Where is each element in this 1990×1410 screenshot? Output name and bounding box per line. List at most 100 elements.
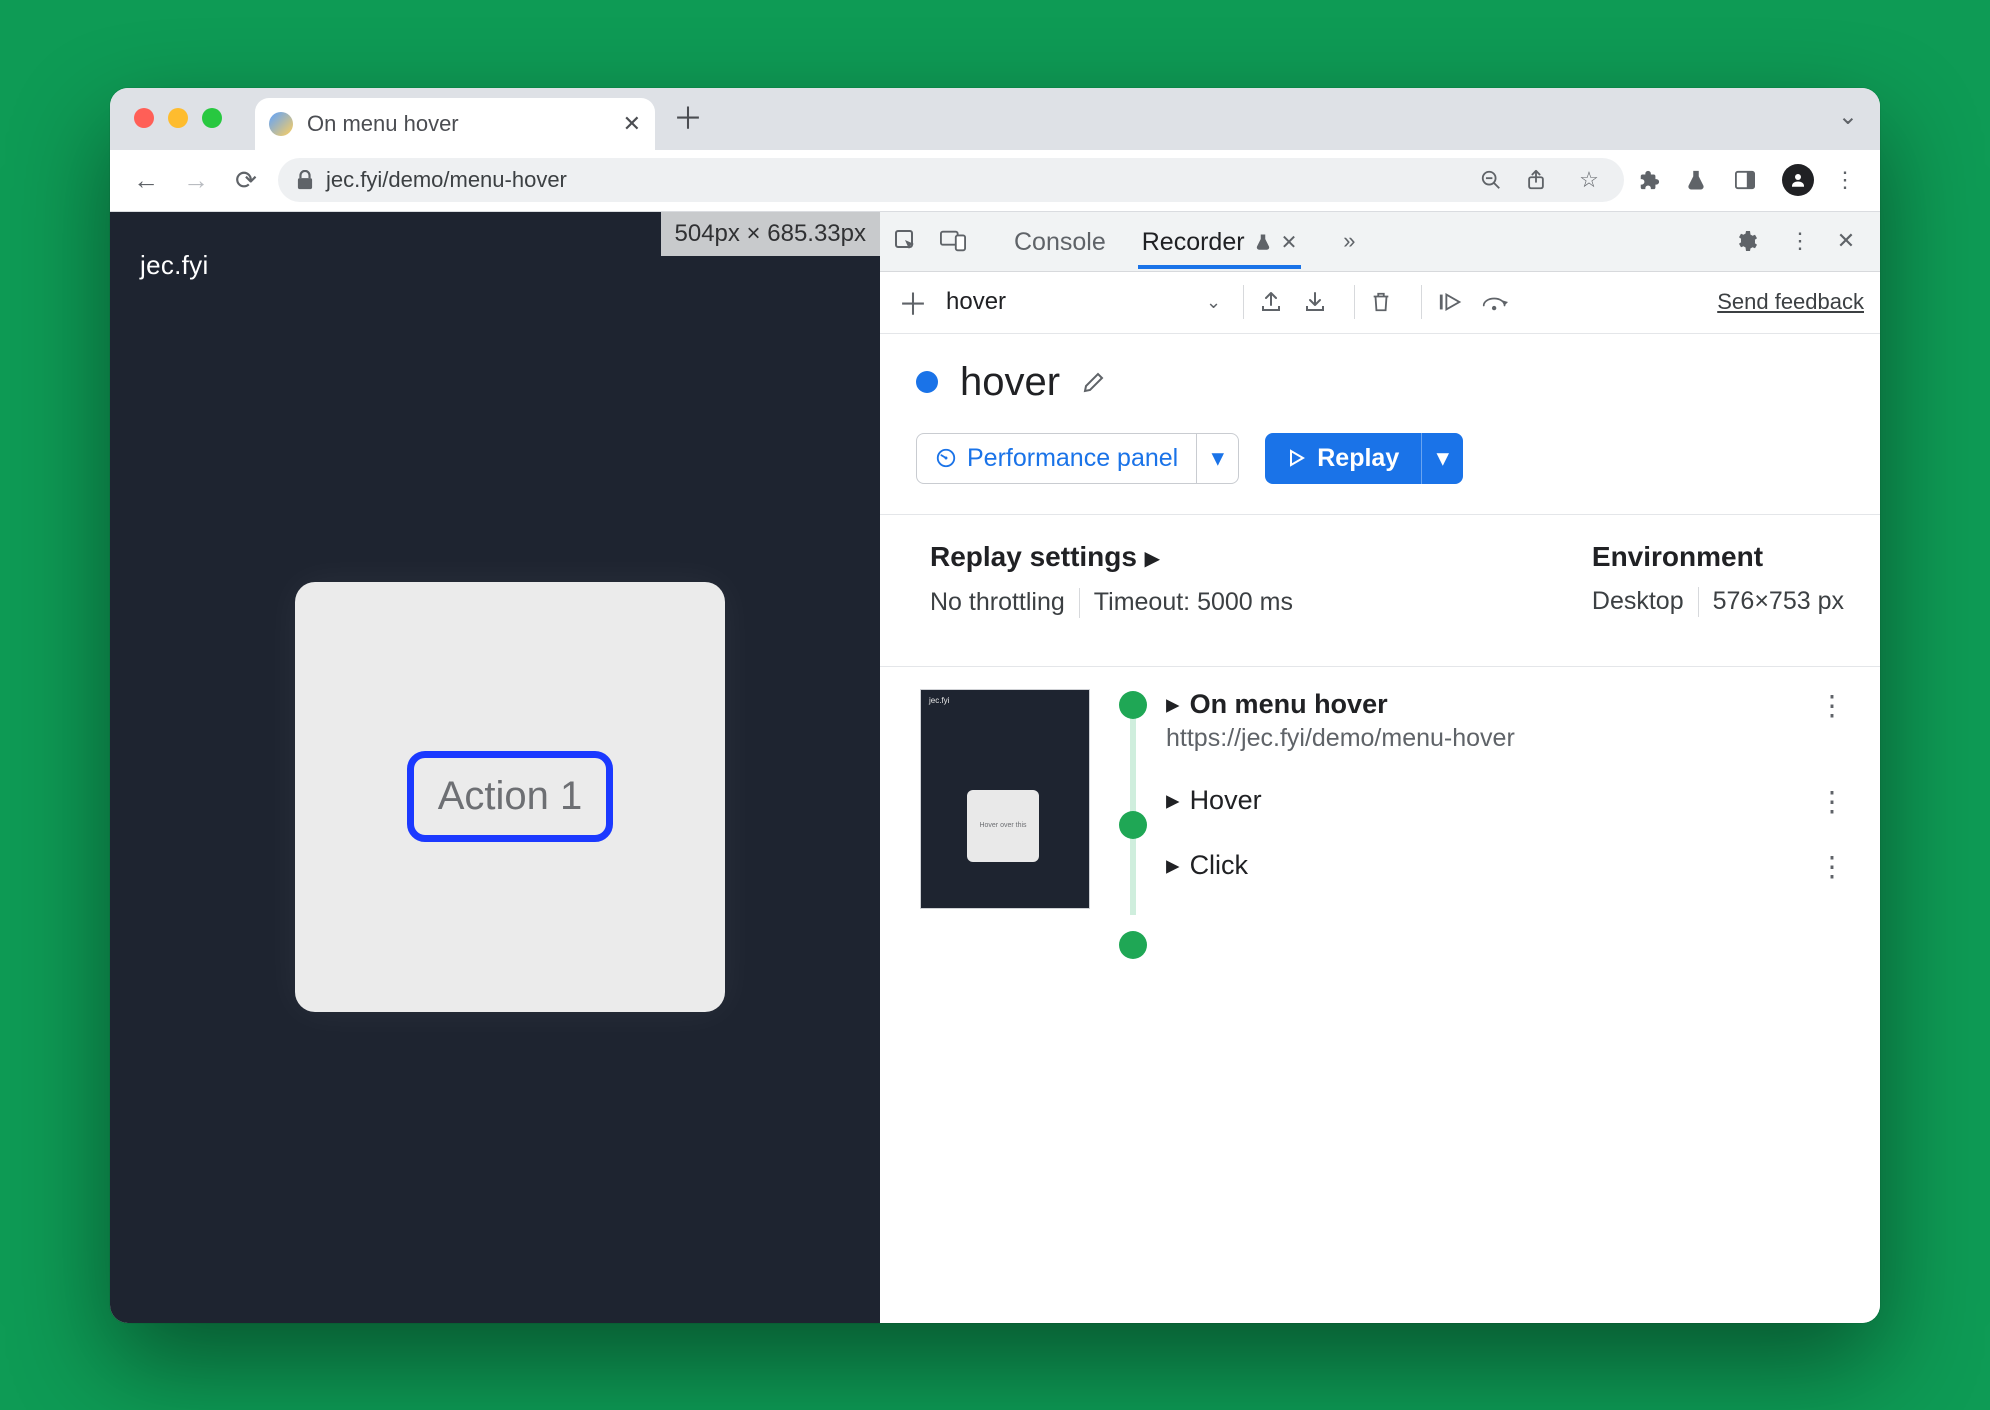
step-item[interactable]: ▸ Hover ⋮: [1166, 785, 1852, 850]
viewport-value: 576×753 px: [1713, 587, 1844, 616]
recording-title: hover: [960, 360, 1060, 405]
viewport-dimensions-label: 504px × 685.33px: [661, 212, 881, 256]
caret-right-icon: ▸: [1145, 541, 1159, 574]
zoom-out-icon[interactable]: [1480, 169, 1514, 191]
canvas: On menu hover ✕ ＋ ⌄ ← → ⟳ jec.fyi/demo/m…: [0, 0, 1990, 1410]
inspect-element-icon[interactable]: [894, 229, 934, 253]
browser-menu-icon[interactable]: ⋮: [1828, 167, 1862, 193]
timeline-node: [1119, 691, 1147, 719]
export-icon[interactable]: [1260, 290, 1294, 314]
import-icon[interactable]: [1304, 290, 1338, 314]
caret-right-icon: ▸: [1166, 689, 1180, 719]
window-zoom-button[interactable]: [202, 108, 222, 128]
performance-panel-button[interactable]: Performance panel ▾: [916, 433, 1239, 484]
rendered-page: jec.fyi 504px × 685.33px Action 1: [110, 212, 880, 1323]
steps-list: ▸ On menu hover https://jec.fyi/demo/menu…: [1166, 689, 1852, 915]
recording-settings: Replay settings▸ No throttling Timeout: …: [880, 515, 1880, 636]
step-item[interactable]: ▸ On menu hover https://jec.fyi/demo/menu…: [1166, 689, 1852, 785]
nav-reload-icon[interactable]: ⟳: [228, 165, 264, 196]
step-title: On menu hover: [1190, 689, 1388, 719]
new-recording-icon[interactable]: ＋: [896, 280, 930, 324]
timeline: ▸ On menu hover https://jec.fyi/demo/menu…: [1114, 689, 1852, 915]
caret-right-icon: ▸: [1166, 785, 1180, 815]
devtools-menu-icon[interactable]: ⋮: [1780, 228, 1820, 254]
replay-label: Replay: [1317, 444, 1399, 473]
timeout-value: Timeout: 5000 ms: [1094, 588, 1293, 617]
step-play-icon[interactable]: [1438, 291, 1472, 313]
recording-select[interactable]: hover ⌄: [940, 284, 1227, 320]
omnibox[interactable]: jec.fyi/demo/menu-hover ☆: [278, 158, 1624, 202]
extensions-icon[interactable]: [1638, 169, 1672, 191]
send-feedback-link[interactable]: Send feedback: [1717, 289, 1864, 315]
share-icon[interactable]: [1526, 169, 1560, 191]
new-tab-button[interactable]: ＋: [673, 94, 703, 138]
step-title: Hover: [1190, 785, 1262, 815]
browser-window: On menu hover ✕ ＋ ⌄ ← → ⟳ jec.fyi/demo/m…: [110, 88, 1880, 1323]
step-item[interactable]: ▸ Click ⋮: [1166, 850, 1852, 915]
recording-header: hover Performance panel ▾: [880, 334, 1880, 484]
thumbnail-card: Hover over this: [967, 790, 1039, 862]
replay-settings-heading[interactable]: Replay settings▸: [930, 541, 1293, 574]
tab-recorder-close-icon[interactable]: ✕: [1281, 230, 1298, 255]
recorder-toolbar: ＋ hover ⌄: [880, 272, 1880, 334]
gear-icon[interactable]: [1734, 229, 1774, 253]
device-value: Desktop: [1592, 587, 1684, 616]
divider: [1354, 285, 1355, 319]
chevron-down-icon: ⌄: [1206, 292, 1221, 313]
titlebar: On menu hover ✕ ＋ ⌄: [110, 88, 1880, 150]
demo-card: Action 1: [295, 582, 725, 1012]
toolbar: ← → ⟳ jec.fyi/demo/menu-hover ☆: [110, 150, 1880, 212]
divider: [1421, 285, 1422, 319]
tab-console[interactable]: Console: [1010, 214, 1110, 269]
tabs-dropdown-icon[interactable]: ⌄: [1838, 102, 1858, 131]
throttling-value: No throttling: [930, 588, 1065, 617]
devtools-panel: Console Recorder ✕ » ⋮ ✕: [880, 212, 1880, 1323]
nav-forward-icon[interactable]: →: [178, 165, 214, 196]
step-menu-icon[interactable]: ⋮: [1818, 850, 1852, 883]
devtools-tabbar: Console Recorder ✕ » ⋮ ✕: [880, 212, 1880, 272]
replay-dropdown[interactable]: ▾: [1421, 433, 1463, 484]
action-button[interactable]: Action 1: [407, 751, 614, 842]
tab-title: On menu hover: [307, 111, 609, 137]
step-menu-icon[interactable]: ⋮: [1818, 785, 1852, 818]
environment-heading: Environment: [1592, 541, 1844, 573]
content: jec.fyi 504px × 685.33px Action 1 Consol…: [110, 212, 1880, 1323]
tab-recorder[interactable]: Recorder ✕: [1138, 214, 1302, 269]
divider: [1698, 587, 1699, 617]
browser-tab[interactable]: On menu hover ✕: [255, 98, 655, 150]
divider: [1079, 588, 1080, 618]
device-toggle-icon[interactable]: [940, 230, 980, 252]
bookmark-star-icon[interactable]: ☆: [1572, 167, 1606, 193]
trash-icon[interactable]: [1371, 291, 1405, 313]
edit-title-icon[interactable]: [1082, 370, 1106, 394]
window-minimize-button[interactable]: [168, 108, 188, 128]
caret-right-icon: ▸: [1166, 850, 1180, 880]
divider: [1243, 285, 1244, 319]
recording-status-dot: [916, 371, 938, 393]
page-brand: jec.fyi: [140, 250, 209, 281]
window-close-button[interactable]: [134, 108, 154, 128]
labs-flask-icon: [1255, 233, 1271, 251]
tab-close-icon[interactable]: ✕: [623, 111, 641, 137]
profile-avatar[interactable]: [1782, 164, 1814, 196]
performance-panel-label: Performance panel: [967, 444, 1178, 473]
performance-panel-dropdown[interactable]: ▾: [1196, 434, 1238, 483]
replay-button[interactable]: Replay ▾: [1265, 433, 1463, 484]
labs-flask-icon[interactable]: [1686, 169, 1720, 191]
timeline-rail: [1114, 689, 1148, 915]
step-over-icon[interactable]: [1482, 291, 1516, 313]
window-traffic-lights: [134, 108, 222, 128]
step-menu-icon[interactable]: ⋮: [1818, 689, 1852, 722]
step-url: https://jec.fyi/demo/menu-hover: [1166, 724, 1515, 753]
more-tabs-icon[interactable]: »: [1329, 228, 1369, 254]
timeline-node: [1119, 811, 1147, 839]
step-thumbnail: jec.fyi Hover over this: [920, 689, 1090, 909]
recording-select-value: hover: [946, 288, 1006, 316]
side-panel-icon[interactable]: [1734, 170, 1768, 190]
nav-back-icon[interactable]: ←: [128, 165, 164, 196]
devtools-close-icon[interactable]: ✕: [1826, 228, 1866, 254]
play-icon: [1287, 449, 1305, 467]
gauge-icon: [935, 447, 957, 469]
lock-icon: [296, 170, 314, 190]
step-title: Click: [1190, 850, 1249, 880]
